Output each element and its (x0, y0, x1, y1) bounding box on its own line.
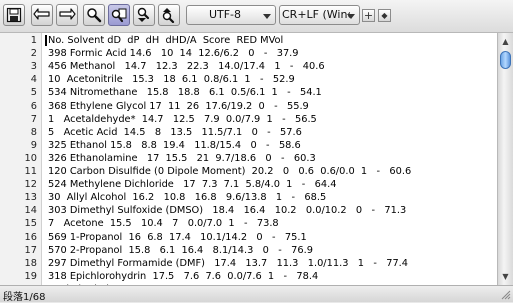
line-text[interactable]: 1 Acetaldehyde* 14.7 12.5 7.9 0.0/7.9 1 … (48, 113, 317, 126)
editor-line[interactable]: 8 5 Acetic Acid 14.5 8 13.5 11.5/7.1 0 - … (0, 126, 497, 139)
scroll-up-icon[interactable]: ▲ (499, 35, 512, 48)
line-text[interactable]: 326 Ethanolamine 17 15.5 21 9.7/18.6 0 -… (48, 152, 316, 165)
line-ending-value: CR+LF (Wind... (282, 8, 350, 21)
text-cursor (45, 35, 47, 46)
undo-icon (33, 8, 50, 20)
line-text[interactable]: 456 Methanol 14.7 12.3 22.3 14.0/17.4 1 … (48, 60, 325, 73)
find-previous-icon (162, 8, 175, 23)
editor-line[interactable]: 9 325 Ethanol 15.8 8.8 19.4 11.8/15.4 0 -… (0, 139, 497, 152)
find-replace-icon (111, 8, 127, 23)
line-text[interactable]: No. Solvent dD dP dH dHD/A Score RED MVo… (48, 34, 283, 47)
editor-line[interactable]: 17 570 2-Propanol 15.8 6.1 16.4 8.1/14.3 … (0, 244, 497, 257)
find-replace-button[interactable] (108, 4, 130, 26)
line-number: 5 (30, 87, 37, 99)
find-next-button[interactable] (133, 4, 155, 26)
line-number: 14 (24, 205, 37, 217)
line-text[interactable]: 570 2-Propanol 15.8 6.1 16.4 8.1/14.3 0 … (48, 244, 313, 257)
editor-line[interactable]: 14 303 Dimethyl Sulfoxide (DMSO) 18.4 16.… (0, 204, 497, 217)
line-text[interactable]: 368 Ethylene Glycol 17 11 26 17.6/19.2 0… (48, 100, 309, 113)
save-button[interactable] (3, 4, 25, 26)
editor-line[interactable]: 5 534 Nitromethane 15.8 18.8 6.1 0.5/6.1 … (0, 86, 497, 99)
line-number: 16 (24, 231, 37, 243)
line-text[interactable]: 325 Ethanol 15.8 8.8 19.4 11.8/15.4 0 - … (48, 139, 301, 152)
editor-line[interactable]: 1 No. Solvent dD dP dH dHD/A Score RED MV… (0, 34, 497, 47)
line-text[interactable]: 7 Acetone 15.5 10.4 7 0.0/7.0 1 - 73.8 (48, 217, 279, 230)
line-text[interactable]: 534 Nitromethane 15.8 18.8 6.1 0.5/6.1 1… (48, 86, 322, 99)
line-number: 13 (24, 192, 37, 204)
line-number: 9 (30, 139, 37, 151)
resize-grip-icon[interactable] (501, 290, 511, 300)
line-number: 11 (24, 166, 37, 177)
line-number: 19 (24, 270, 37, 282)
text-editor[interactable]: 1 No. Solvent dD dP dH dHD/A Score RED MV… (0, 33, 497, 285)
line-number: 6 (30, 100, 37, 112)
editor-line[interactable]: 19 318 Epichlorohydrin 17.5 7.6 7.6 0.0/7… (0, 270, 497, 283)
line-text[interactable]: 120 Carbon Disulfide (0 Dipole Moment) 2… (48, 165, 411, 178)
editor-line[interactable]: 6 368 Ethylene Glycol 17 11 26 17.6/19.2 … (0, 100, 497, 113)
find-next-icon (137, 7, 150, 22)
line-ending-select[interactable]: CR+LF (Wind... (279, 5, 360, 25)
chevron-down-icon (263, 14, 271, 19)
editor-line[interactable]: 18 297 Dimethyl Formamide (DMF) 17.4 13.7… (0, 257, 497, 270)
status-bar: 段落1/68 (0, 285, 513, 303)
line-text[interactable]: 398 Formic Acid 14.6 10 14 12.6/6.2 0 - … (48, 47, 299, 60)
line-number: 8 (30, 126, 37, 138)
line-text[interactable]: 10 Acetonitrile 15.3 18 6.1 0.8/6.1 1 - … (48, 73, 295, 86)
editor-line[interactable]: 10 326 Ethanolamine 17 15.5 21 9.7/18.6 0… (0, 152, 497, 165)
editor-line[interactable]: 11 120 Carbon Disulfide (0 Dipole Moment)… (0, 165, 497, 178)
line-text[interactable]: 524 Methylene Dichloride 17 7.3 7.1 5.8/… (48, 178, 336, 191)
chevron-down-icon (347, 14, 355, 19)
line-number: 1 (30, 35, 37, 46)
diamond-button[interactable]: ◆ (378, 9, 391, 22)
editor-line[interactable]: 13 30 Allyl Alcohol 16.2 10.8 16.8 9.6/13… (0, 191, 497, 204)
line-number: 12 (24, 179, 37, 191)
editor-line[interactable]: 16 569 1-Propanol 16 6.8 17.4 10.1/14.2 0… (0, 231, 497, 244)
line-number: 3 (30, 61, 37, 73)
redo-button[interactable] (56, 4, 78, 26)
line-text[interactable]: 30 Allyl Alcohol 16.2 10.8 16.8 9.6/13.8… (48, 191, 326, 204)
editor-line[interactable]: 15 7 Acetone 15.5 10.4 7 0.0/7.0 1 - 73.8 (0, 217, 497, 230)
find-button[interactable] (83, 4, 105, 26)
undo-button[interactable] (31, 4, 53, 26)
editor-line[interactable]: 7 1 Acetaldehyde* 14.7 12.5 7.9 0.0/7.9 1… (0, 113, 497, 126)
find-previous-button[interactable] (158, 4, 180, 26)
find-icon (87, 8, 102, 23)
encoding-select[interactable]: UTF-8 (186, 5, 276, 25)
line-text[interactable]: 569 1-Propanol 16 6.8 17.4 10.1/14.2 0 -… (48, 231, 307, 244)
line-text[interactable]: 5 Acetic Acid 14.5 8 13.5 11.5/7.1 0 - 5… (48, 126, 302, 139)
line-number: 4 (30, 74, 37, 86)
line-number: 10 (24, 152, 37, 164)
editor-line[interactable]: 3 456 Methanol 14.7 12.3 22.3 14.0/17.4 1… (0, 60, 497, 73)
line-text[interactable]: 303 Dimethyl Sulfoxide (DMSO) 18.4 16.4 … (48, 204, 406, 217)
scroll-down-icon[interactable]: ▼ (499, 270, 512, 283)
line-number: 15 (24, 218, 37, 230)
editor-line[interactable]: 2 398 Formic Acid 14.6 10 14 12.6/6.2 0 -… (0, 47, 497, 60)
add-button[interactable]: + (362, 9, 375, 22)
paragraph-position: 段落1/68 (3, 292, 46, 303)
editor-line[interactable]: 12 524 Methylene Dichloride 17 7.3 7.1 5.… (0, 178, 497, 191)
encoding-value: UTF-8 (208, 8, 242, 21)
line-number: 18 (24, 257, 37, 269)
line-number: 2 (30, 48, 37, 60)
redo-icon (59, 8, 76, 20)
editor-line[interactable]: 4 10 Acetonitrile 15.3 18 6.1 0.8/6.1 1 -… (0, 73, 497, 86)
line-number: 17 (24, 244, 37, 256)
save-icon (6, 7, 22, 23)
line-number: 7 (30, 113, 37, 125)
vertical-scrollbar[interactable]: ▲ ▼ (497, 33, 513, 285)
line-text[interactable]: 318 Epichlorohydrin 17.5 7.6 7.6 0.0/7.6… (48, 270, 318, 283)
scrollbar-thumb[interactable] (500, 51, 511, 69)
line-text[interactable]: 297 Dimethyl Formamide (DMF) 17.4 13.7 1… (48, 257, 408, 270)
toolbar: UTF-8 CR+LF (Wind... + ◆ (0, 0, 513, 33)
